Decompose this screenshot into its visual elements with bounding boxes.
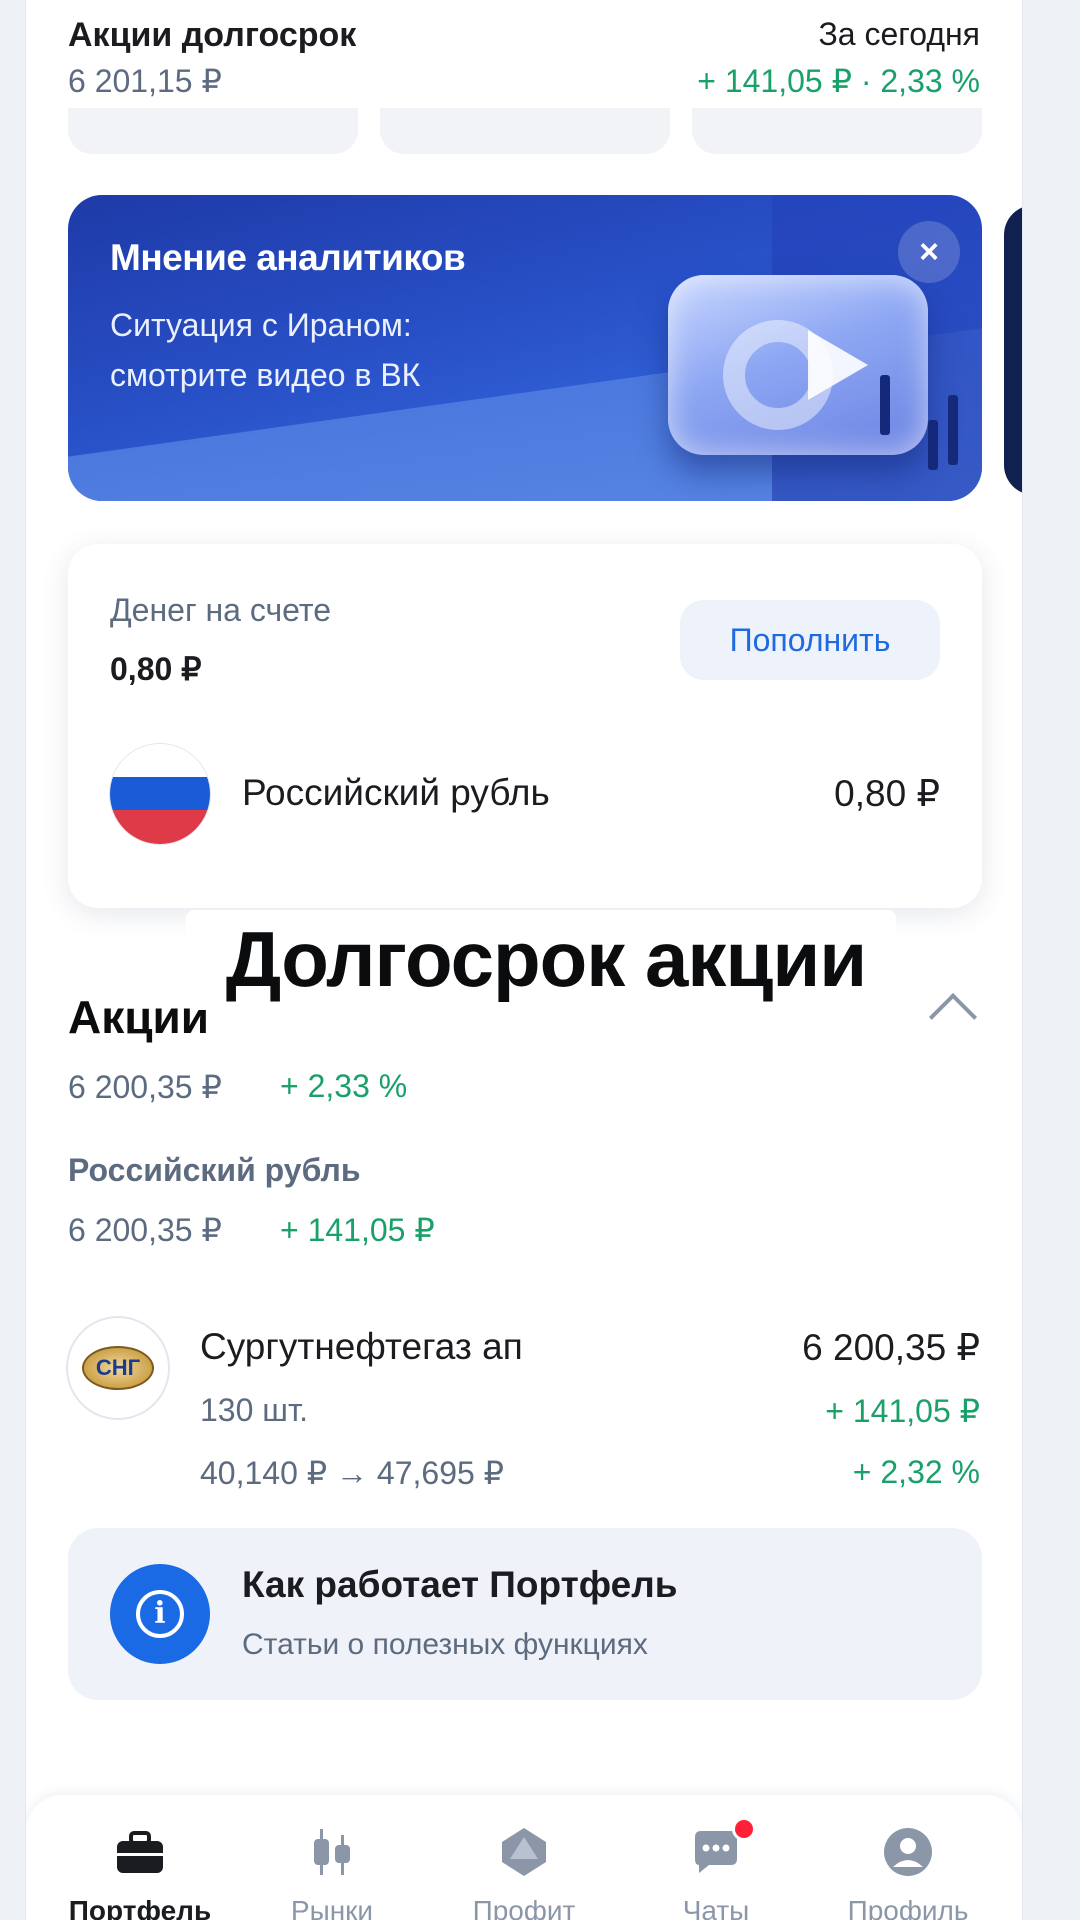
currency-name: Российский рубль [242, 772, 550, 813]
nav-profile[interactable]: Профиль [818, 1795, 998, 1920]
russia-flag-icon [110, 744, 210, 844]
nav-markets[interactable]: Рынки [242, 1795, 422, 1920]
group-change: + 141,05 ₽ [280, 1212, 435, 1248]
group-total: 6 200,35 ₽ [68, 1212, 222, 1248]
action-pill-analysis[interactable] [692, 108, 982, 154]
briefcase-icon [117, 1831, 163, 1873]
nav-label: Портфель [68, 1895, 212, 1920]
nav-label: Профиль [847, 1895, 969, 1920]
candles-icon [314, 1829, 350, 1875]
nav-label: Профит [472, 1895, 576, 1920]
surgutneftegas-logo-icon: СНГ [68, 1318, 168, 1418]
notification-badge [732, 1817, 756, 1841]
profile-icon [884, 1828, 932, 1876]
info-subtitle: Статьи о полезных функциях [242, 1628, 648, 1661]
nav-label: Рынки [290, 1895, 374, 1920]
period-change: + 141,05 ₽ · 2,33 % [697, 63, 980, 99]
next-banner-peek[interactable] [1004, 205, 1022, 495]
banner-title: Мнение аналитиков [110, 237, 466, 278]
stock-change: + 141,05 ₽ [825, 1393, 980, 1429]
stock-quantity: 130 шт. [200, 1392, 308, 1428]
portfolio-title: Акции долгосрок [68, 16, 357, 54]
balance-label: Денег на счете [110, 592, 331, 628]
stock-value: 6 200,35 ₽ [802, 1327, 980, 1368]
action-pill-orders[interactable] [68, 108, 358, 154]
profit-icon [502, 1828, 546, 1876]
currency-value: 0,80 ₽ [834, 773, 940, 814]
action-pill-history[interactable] [380, 108, 670, 154]
candle-icon [880, 375, 890, 435]
stock-name[interactable]: Сургутнефтегаз ап [200, 1326, 523, 1368]
candle-icon [948, 395, 958, 465]
banner-text: Ситуация с Ираном: смотрите видео в ВК [110, 307, 421, 393]
app-screen: Акции долгосрок 6 201,15 ₽ За сегодня + … [26, 0, 1022, 1920]
stocks-total: 6 200,35 ₽ [68, 1069, 222, 1105]
bottom-nav: Портфель Рынки Профит Чаты Профиль [26, 1795, 1022, 1920]
chevron-up-icon[interactable] [928, 992, 978, 1042]
nav-portfolio[interactable]: Портфель [50, 1795, 230, 1920]
currency-group-title: Российский рубль [68, 1152, 361, 1188]
balance-value: 0,80 ₽ [110, 651, 202, 687]
how-portfolio-works-card[interactable]: i Как работает Портфель Статьи о полезны… [68, 1528, 982, 1700]
stock-change-pct: + 2,32 % [852, 1454, 980, 1490]
logo-text: СНГ [82, 1346, 154, 1390]
play-icon [808, 330, 868, 400]
info-title: Как работает Портфель [242, 1564, 678, 1605]
portfolio-value: 6 201,15 ₽ [68, 63, 222, 99]
candle-icon [928, 420, 938, 470]
stock-price-range: 40,140 ₽ → 47,695 ₽ [200, 1455, 505, 1491]
topup-button[interactable]: Пополнить [680, 600, 940, 680]
nav-profit[interactable]: Профит [434, 1795, 614, 1920]
close-icon[interactable]: × [898, 221, 960, 283]
nav-chats[interactable]: Чаты [626, 1795, 806, 1920]
analysts-banner[interactable]: Мнение аналитиков Ситуация с Ираном: смо… [68, 195, 982, 501]
stocks-total-pct: + 2,33 % [280, 1068, 408, 1104]
nav-label: Чаты [682, 1895, 750, 1920]
overlay-caption: Долгосрок акции [225, 915, 868, 1003]
period-label[interactable]: За сегодня [818, 16, 980, 53]
info-icon: i [110, 1564, 210, 1664]
balance-card: Денег на счете 0,80 ₽ Пополнить Российск… [68, 544, 982, 908]
